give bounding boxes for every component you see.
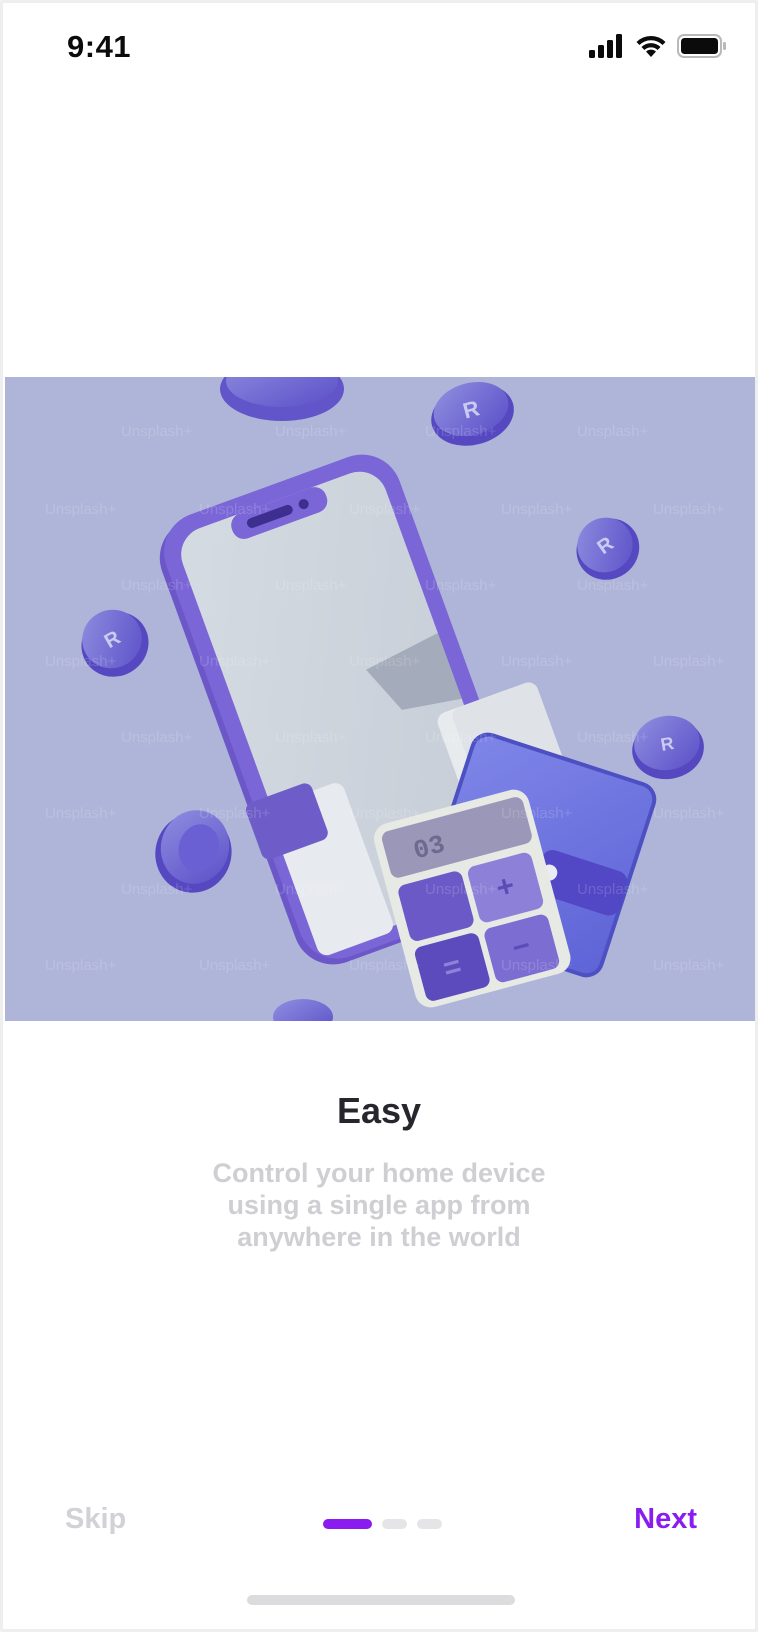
- watermark-text: Unsplash+: [275, 423, 347, 440]
- watermark-text: Unsplash+: [653, 805, 725, 822]
- watermark-text: Unsplash+: [45, 805, 117, 822]
- watermark-text: Unsplash+: [349, 501, 421, 518]
- watermark-text: Unsplash+: [577, 881, 649, 898]
- watermark-text: Unsplash+: [425, 423, 497, 440]
- status-icons: [589, 33, 727, 63]
- next-button[interactable]: Next: [634, 1503, 697, 1536]
- watermark-text: Unsplash+: [653, 653, 725, 670]
- onboarding-description: Control your home device using a single …: [212, 1158, 546, 1252]
- watermark-text: Unsplash+: [501, 653, 573, 670]
- watermark-text: Unsplash+: [121, 577, 193, 594]
- skip-button[interactable]: Skip: [65, 1503, 126, 1536]
- phone-wallet-coins-illustration: R R R R 03 + = −: [81, 377, 704, 1021]
- watermark-text: Unsplash+: [501, 805, 573, 822]
- watermark-text: Unsplash+: [275, 881, 347, 898]
- watermark-text: Unsplash+: [425, 729, 497, 746]
- home-indicator[interactable]: [247, 1595, 515, 1605]
- watermark-text: Unsplash+: [121, 729, 193, 746]
- watermark-text: Unsplash+: [577, 729, 649, 746]
- onboarding-screen: 9:41 R R R R 03 + = − Unsplash+ Unsplash…: [0, 0, 758, 1632]
- watermark-text: Unsplash+: [501, 957, 573, 974]
- watermark-text: Unsplash+: [121, 423, 193, 440]
- watermark-text: Unsplash+: [45, 653, 117, 670]
- status-time: 9:41: [67, 29, 132, 64]
- page-dot-active[interactable]: [323, 1519, 372, 1529]
- watermark-text: Unsplash+: [275, 577, 347, 594]
- wifi-icon: [635, 34, 667, 63]
- watermark-text: Unsplash+: [577, 577, 649, 594]
- watermark-text: Unsplash+: [577, 423, 649, 440]
- battery-icon: [677, 33, 727, 63]
- watermark-text: Unsplash+: [425, 577, 497, 594]
- status-bar: 9:41: [3, 3, 755, 95]
- watermark-text: Unsplash+: [121, 881, 193, 898]
- watermark-text: Unsplash+: [199, 805, 271, 822]
- watermark-text: Unsplash+: [275, 729, 347, 746]
- watermark-text: Unsplash+: [349, 957, 421, 974]
- watermark-text: Unsplash+: [349, 805, 421, 822]
- watermark-text: Unsplash+: [653, 957, 725, 974]
- page-dot[interactable]: [382, 1519, 407, 1529]
- hero-illustration: R R R R 03 + = − Unsplash+ Unsplash+ Uns…: [5, 377, 755, 1021]
- watermark-text: Unsplash+: [199, 501, 271, 518]
- watermark-text: Unsplash+: [45, 501, 117, 518]
- watermark-text: Unsplash+: [425, 881, 497, 898]
- watermark-text: Unsplash+: [349, 653, 421, 670]
- watermark-text: Unsplash+: [501, 501, 573, 518]
- page-indicator: [323, 1519, 442, 1529]
- watermark-text: Unsplash+: [199, 957, 271, 974]
- cellular-signal-icon: [589, 33, 625, 63]
- onboarding-title: Easy: [336, 1090, 422, 1131]
- watermark-text: Unsplash+: [653, 501, 725, 518]
- watermark-text: Unsplash+: [45, 957, 117, 974]
- watermark-text: Unsplash+: [199, 653, 271, 670]
- page-dot[interactable]: [417, 1519, 442, 1529]
